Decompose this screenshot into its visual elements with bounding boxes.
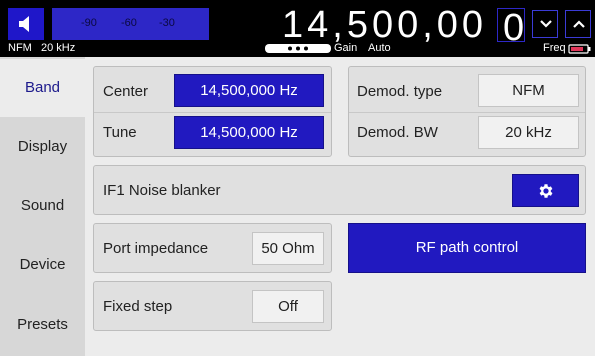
rf-path-control-button[interactable]: RF path control [348, 223, 586, 273]
sidebar-item-sound[interactable]: Sound [0, 177, 85, 235]
bandwidth-indicator: 20 kHz [41, 42, 76, 54]
meter-tick: -30 [159, 17, 175, 29]
sidebar-item-band[interactable]: Band [0, 59, 85, 117]
frequency-panel: Center 14,500,000 Hz Tune 14,500,000 Hz [93, 66, 332, 157]
gain-label: Gain [334, 42, 358, 54]
sidebar: Band Display Sound Device Presets [0, 57, 85, 356]
chevron-up-icon [573, 20, 585, 28]
center-frequency-field[interactable]: 14,500,000 Hz [174, 74, 324, 107]
mode-indicator: NFM [8, 42, 32, 54]
demod-panel: Demod. type NFM Demod. BW 20 kHz [348, 66, 586, 157]
demod-bw-select[interactable]: 20 kHz [478, 116, 579, 149]
tune-frequency-field[interactable]: 14,500,000 Hz [174, 116, 324, 149]
chevron-down-icon [540, 20, 552, 28]
divider [349, 112, 585, 113]
fixed-step-toggle[interactable]: Off [252, 290, 324, 323]
noise-blanker-panel: IF1 Noise blanker [93, 165, 586, 215]
sidebar-item-display[interactable]: Display [0, 118, 85, 176]
center-label: Center [103, 83, 149, 100]
signal-meter: -90 -60 -30 [52, 8, 209, 40]
demod-type-label: Demod. type [357, 83, 443, 100]
step-up-button[interactable] [565, 10, 591, 38]
demod-type-select[interactable]: NFM [478, 74, 579, 107]
battery-icon [568, 44, 591, 54]
meter-tick: -60 [121, 17, 137, 29]
meter-tick: -90 [81, 17, 97, 29]
sidebar-item-device[interactable]: Device [0, 236, 85, 294]
port-impedance-panel: Port impedance 50 Ohm [93, 223, 332, 273]
top-bar: -90 -60 -30 NFM 20 kHz 14,500,00 0 Gain … [0, 0, 595, 57]
fixed-step-panel: Fixed step Off [93, 281, 332, 331]
speaker-icon [19, 16, 29, 32]
divider [94, 112, 331, 113]
fixed-step-label: Fixed step [103, 298, 173, 315]
more-dots-icon [288, 46, 308, 51]
demod-bw-label: Demod. BW [357, 124, 438, 141]
noise-blanker-settings-button[interactable] [512, 174, 579, 207]
noise-blanker-label: IF1 Noise blanker [103, 182, 221, 199]
freq-label: Freq [543, 42, 566, 54]
step-down-button[interactable] [532, 10, 558, 38]
cursor-digit: 0 [503, 7, 525, 49]
more-options-handle[interactable] [265, 44, 331, 53]
gain-mode[interactable]: Auto [368, 42, 391, 54]
port-impedance-label: Port impedance [103, 240, 209, 257]
gear-icon [539, 184, 553, 198]
tune-label: Tune [103, 124, 137, 141]
port-impedance-select[interactable]: 50 Ohm [252, 232, 324, 265]
frequency-digit-cursor[interactable]: 0 [497, 7, 525, 49]
sidebar-item-presets[interactable]: Presets [0, 296, 85, 354]
speaker-button[interactable] [8, 8, 44, 40]
